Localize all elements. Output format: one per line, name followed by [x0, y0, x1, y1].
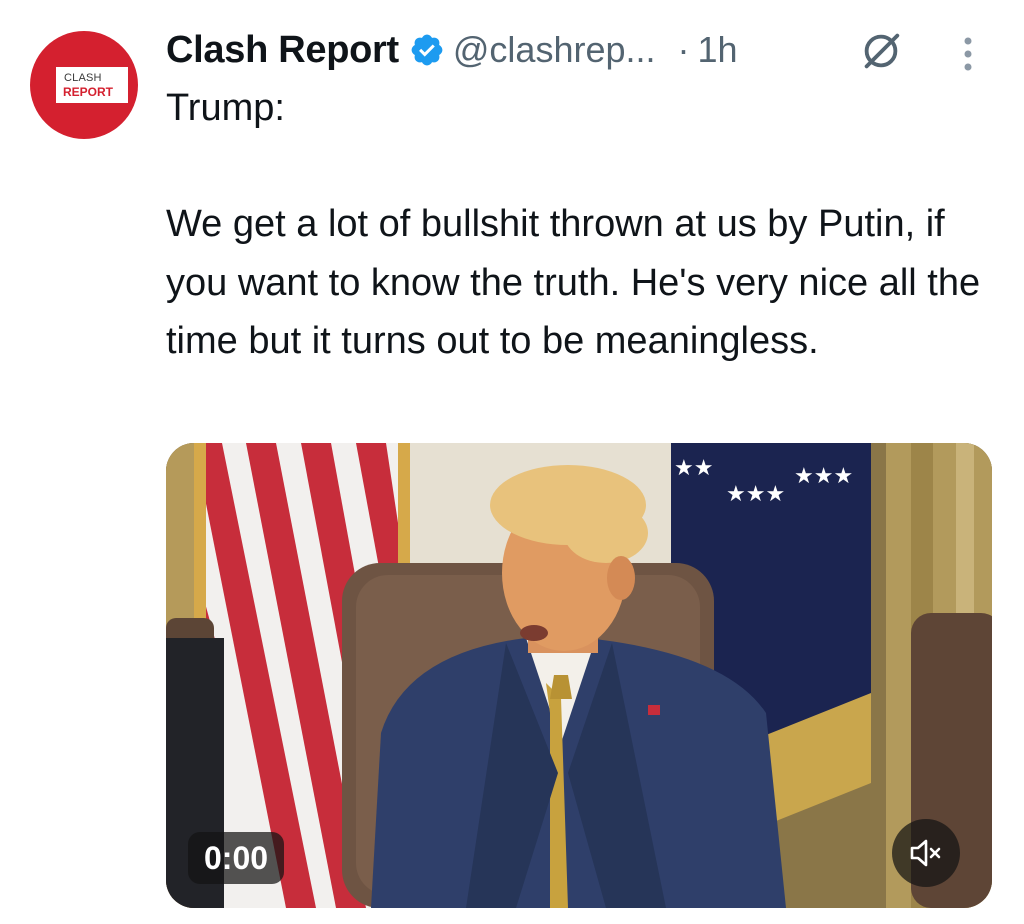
tweet-timestamp[interactable]: 1h: [698, 29, 738, 71]
video-player[interactable]: ★★ ★★★ ★★★ 0:00: [166, 443, 992, 908]
mute-toggle-button[interactable]: [892, 819, 960, 887]
more-options-icon[interactable]: [954, 34, 982, 74]
verified-badge-icon[interactable]: [409, 32, 445, 68]
tweet-text-body: We get a lot of bullshit thrown at us by…: [166, 203, 981, 362]
svg-text:★★: ★★: [674, 456, 713, 481]
meta-separator: ·: [677, 29, 690, 70]
avatar[interactable]: CLASH REPORT: [30, 31, 138, 139]
author-display-name[interactable]: Clash Report: [166, 29, 399, 72]
muted-speaker-icon: [910, 839, 941, 867]
svg-text:★★★: ★★★: [726, 482, 785, 507]
avatar-logo-text-bottom: REPORT: [63, 85, 114, 99]
tweet-text-lead: Trump:: [166, 87, 285, 129]
video-frame: ★★ ★★★ ★★★: [166, 443, 992, 908]
video-timestamp: 0:00: [188, 832, 285, 884]
avatar-logo-text-top: CLASH: [64, 72, 102, 84]
tweet-header: Clash Report @clashrep... · 1h: [166, 22, 738, 78]
svg-text:★★★: ★★★: [794, 464, 853, 489]
tweet[interactable]: CLASH REPORT Clash Report @clashrep... ·…: [0, 0, 1024, 924]
grok-icon[interactable]: [858, 28, 904, 74]
author-handle[interactable]: @clashrep...: [453, 29, 656, 71]
